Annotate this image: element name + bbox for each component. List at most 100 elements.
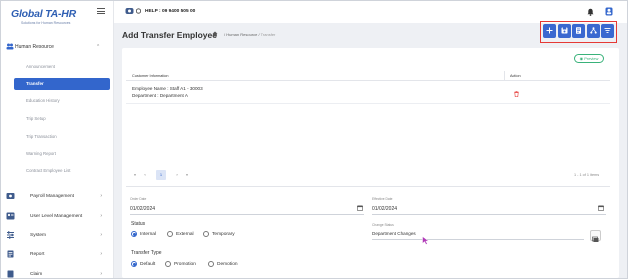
chevron-right-icon: › bbox=[100, 271, 102, 277]
type-default-radio[interactable] bbox=[131, 261, 137, 267]
help-cloud-icon[interactable] bbox=[125, 7, 134, 15]
filter-button[interactable] bbox=[601, 24, 614, 38]
change-status-lookup-button[interactable] bbox=[590, 230, 601, 242]
last-page-button[interactable]: » bbox=[182, 170, 192, 180]
sidebar-group-human-resource[interactable]: Human Resource bbox=[15, 44, 54, 50]
sidebar-item-user-level[interactable]: User Level Management › bbox=[6, 212, 110, 221]
pagination-summary: 1 - 1 of 1 items bbox=[574, 173, 600, 177]
transfer-type-label: Transfer Type bbox=[131, 250, 162, 256]
radio-label: Temporary bbox=[212, 232, 235, 237]
chevron-right-icon: › bbox=[100, 193, 102, 199]
next-page-button[interactable]: › bbox=[172, 170, 182, 180]
menu-toggle-icon[interactable] bbox=[97, 8, 105, 14]
change-status-input[interactable]: Department Changes bbox=[372, 231, 416, 236]
column-header: Customer Information bbox=[132, 74, 169, 78]
users-icon bbox=[6, 43, 14, 50]
logo: Global TA-HR Solutions for Human Resourc… bbox=[7, 6, 77, 26]
sidebar-item-label: System bbox=[30, 233, 46, 238]
report-icon bbox=[7, 250, 14, 258]
order-date-label: Order Date bbox=[130, 197, 147, 201]
user-level-icon bbox=[6, 212, 15, 220]
calendar-icon[interactable] bbox=[357, 205, 363, 211]
type-promotion-radio[interactable] bbox=[165, 261, 171, 267]
chevron-right-icon: › bbox=[100, 232, 102, 238]
preview-button[interactable]: ◉ Preview bbox=[574, 54, 604, 63]
effective-date-label: Effective Date bbox=[372, 197, 393, 201]
document-icon bbox=[576, 27, 581, 34]
department-cell: Department : Department A bbox=[132, 93, 188, 98]
radio-label: Promotion bbox=[174, 262, 196, 267]
sidebar-item-announcement[interactable]: Announcement bbox=[26, 64, 55, 69]
radio-label: Internal bbox=[140, 232, 156, 237]
sidebar-item-trip-setup[interactable]: Trip Setup bbox=[26, 116, 46, 121]
sidebar-item-system[interactable]: System › bbox=[6, 231, 110, 240]
status-internal-radio[interactable] bbox=[131, 231, 137, 237]
sidebar-item-contract-employee-list[interactable]: Contract Employee List bbox=[26, 168, 70, 173]
type-demotion-radio[interactable] bbox=[208, 261, 214, 267]
sidebar-item-education-history[interactable]: Education History bbox=[26, 98, 60, 103]
save-button[interactable] bbox=[558, 24, 571, 38]
breadcrumb-item: Transfer bbox=[260, 32, 276, 37]
preview-label: Preview bbox=[584, 56, 599, 61]
order-date-underline bbox=[130, 214, 364, 215]
radio-label: Demotion bbox=[217, 262, 238, 267]
eye-icon: ◉ bbox=[579, 56, 584, 61]
claim-icon bbox=[7, 270, 14, 278]
page-title: Add Transfer Employee bbox=[122, 30, 217, 40]
change-status-label: Change Status bbox=[372, 223, 394, 227]
mouse-cursor-icon bbox=[422, 236, 430, 245]
breadcrumb-item[interactable]: Human Resource bbox=[226, 32, 257, 37]
status-external-radio[interactable] bbox=[167, 231, 173, 237]
status-temporary-radio[interactable] bbox=[203, 231, 209, 237]
row-divider bbox=[126, 103, 610, 104]
stack-icon bbox=[592, 236, 599, 242]
document-button[interactable] bbox=[572, 24, 585, 38]
page-number[interactable]: 1 bbox=[156, 170, 166, 180]
avatar[interactable] bbox=[605, 7, 613, 16]
sidebar-item-warning-report[interactable]: Warning Report bbox=[26, 151, 56, 156]
logo-text: Global TA-HR bbox=[11, 8, 77, 20]
breadcrumb: / Human Resource / Transfer bbox=[224, 32, 276, 37]
workflow-icon bbox=[590, 27, 597, 34]
chevron-up-icon[interactable]: ⌃ bbox=[96, 44, 100, 50]
logo-tagline: Solutions for Human Resources bbox=[21, 21, 71, 25]
chevron-right-icon: › bbox=[100, 213, 102, 219]
first-page-button[interactable]: « bbox=[130, 170, 140, 180]
section-divider bbox=[126, 186, 610, 187]
filter-icon bbox=[604, 28, 611, 33]
sidebar-item-transfer[interactable]: Transfer bbox=[14, 78, 110, 90]
sidebar-item-label: Report bbox=[30, 252, 45, 257]
radio-label: Default bbox=[140, 262, 156, 267]
sidebar-item-label: Transfer bbox=[26, 81, 44, 86]
add-button[interactable] bbox=[543, 24, 556, 38]
phone-icon bbox=[136, 8, 141, 14]
sidebar-item-label: User Level Management bbox=[30, 214, 83, 219]
top-bar: HELP : 09 9400 505 00 bbox=[114, 1, 627, 23]
effective-date-input[interactable]: 01/02/2024 bbox=[372, 206, 397, 212]
sidebar-item-trip-transaction[interactable]: Trip Transaction bbox=[26, 134, 57, 139]
employee-name-cell: Employee Name : Staff A1 - 30003 bbox=[132, 86, 203, 91]
sidebar-item-payroll[interactable]: Payroll Management › bbox=[6, 192, 110, 201]
content-card bbox=[122, 48, 619, 278]
column-divider bbox=[504, 71, 505, 81]
effective-date-underline bbox=[372, 214, 606, 215]
help-hotline: HELP : 09 9400 505 00 bbox=[145, 9, 196, 14]
table-header: Customer Information Action bbox=[126, 71, 610, 81]
column-header: Action bbox=[510, 74, 521, 78]
sidebar-item-claim[interactable]: Claim › bbox=[6, 270, 110, 279]
sidebar-item-report[interactable]: Report › bbox=[6, 250, 110, 259]
save-icon bbox=[561, 27, 568, 34]
sidebar-item-label: Claim bbox=[30, 272, 43, 277]
calendar-icon[interactable] bbox=[598, 205, 604, 211]
change-status-underline bbox=[372, 239, 584, 240]
status-label: Status bbox=[131, 221, 146, 227]
add-icon bbox=[546, 27, 553, 34]
radio-label: External bbox=[176, 232, 194, 237]
prev-page-button[interactable]: ‹ bbox=[140, 170, 150, 180]
trash-icon[interactable] bbox=[514, 91, 519, 97]
bell-icon[interactable] bbox=[587, 8, 594, 16]
order-date-input[interactable]: 01/02/2024 bbox=[130, 206, 155, 212]
system-icon bbox=[7, 231, 14, 239]
sidebar-item-label: Payroll Management bbox=[30, 194, 74, 199]
workflow-button[interactable] bbox=[587, 24, 600, 38]
